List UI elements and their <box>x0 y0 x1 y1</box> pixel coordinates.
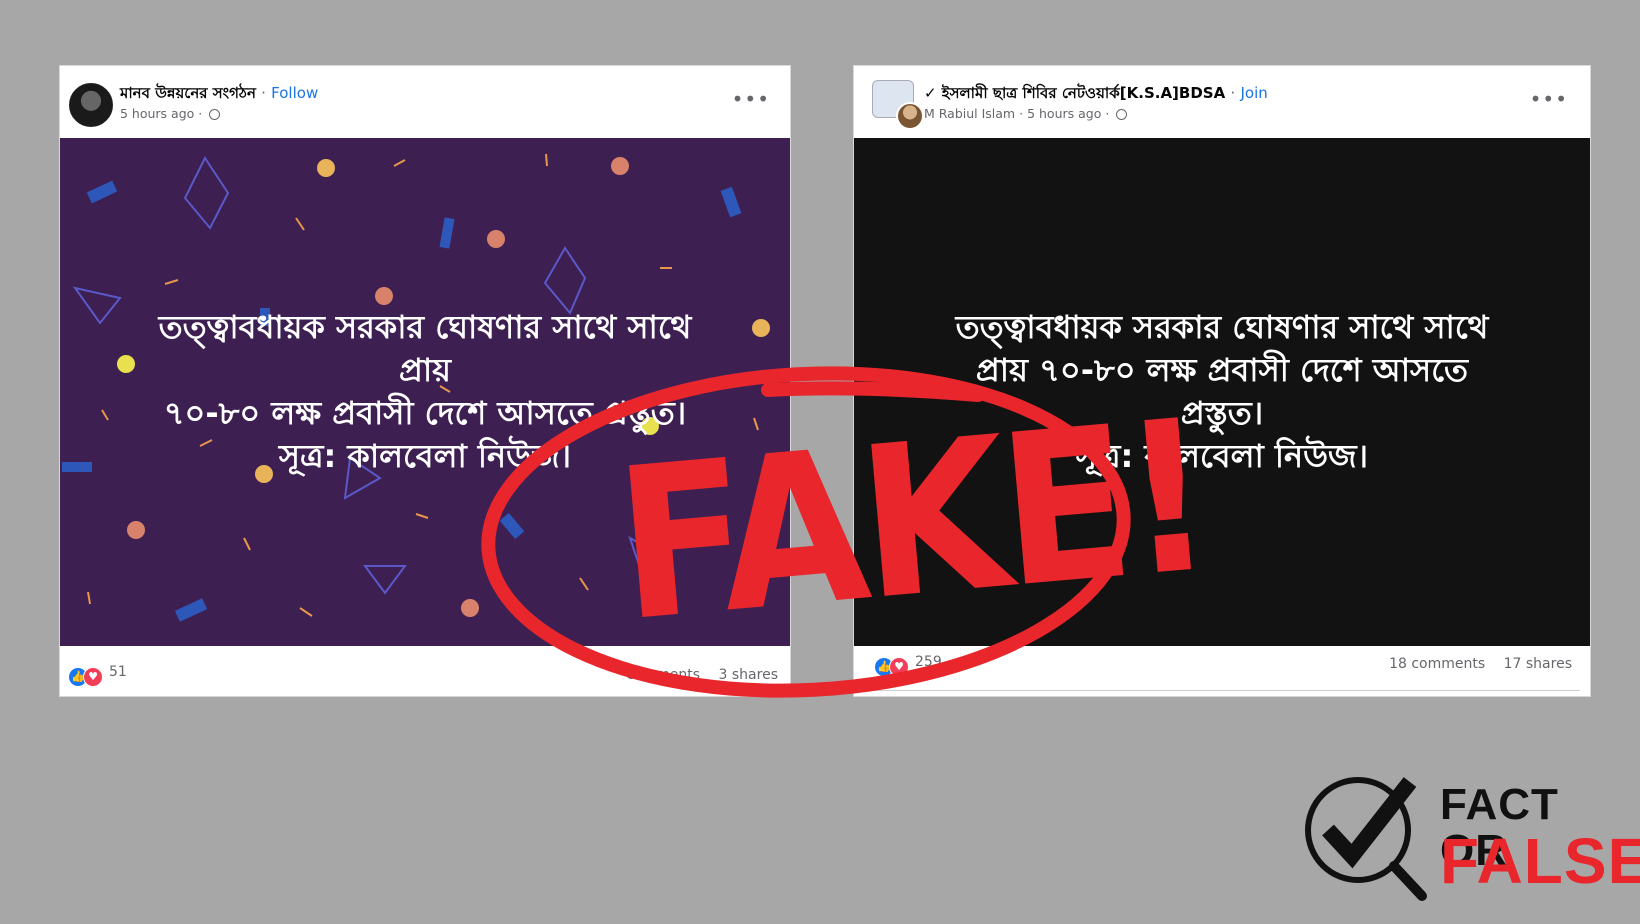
shares-count[interactable]: 3 shares <box>719 667 778 683</box>
post-image[interactable]: তত্ত্বাবধায়ক সরকার ঘোষণার সাথে সাথে প্র… <box>60 138 790 646</box>
post-timestamp[interactable]: 5 hours ago <box>1027 106 1101 121</box>
post-text-line: প্রায় <box>398 351 451 389</box>
love-reaction-icon: ♥ <box>889 657 909 677</box>
post-text: তত্ত্বাবধায়ক সরকার ঘোষণার সাথে সাথে প্র… <box>60 306 790 478</box>
reactions-summary[interactable]: 👍 ♥ 51 <box>68 664 127 687</box>
confetti-dash <box>415 513 429 519</box>
facebook-post-2: ✓ ইসলামী ছাত্র শিবির নেটওয়ার্ক[K.S.A]BD… <box>854 66 1590 696</box>
facebook-post-1: মানব উন্নয়নের সংগঠন · Follow 5 hours ag… <box>60 66 790 696</box>
confetti-bar <box>174 598 208 622</box>
comments-count[interactable]: 18 comments <box>1389 656 1485 672</box>
post-text-line: প্রায় ৭০-৮০ লক্ষ প্রবাসী দেশে আসতে <box>975 351 1469 389</box>
confetti-bar <box>499 512 525 540</box>
confetti-dot <box>127 521 145 539</box>
love-reaction-icon: ♥ <box>83 667 103 687</box>
confetti-triangle <box>543 246 587 315</box>
separator-dot: · <box>1230 84 1236 102</box>
separator-dot: · <box>1105 106 1110 121</box>
post-text-line: তত্ত্বাবধায়ক সরকার ঘোষণার সাথে সাথে <box>955 308 1489 346</box>
post-text-line: তত্ত্বাবধায়ক সরকার ঘোষণার সাথে সাথে <box>158 308 692 346</box>
join-button[interactable]: Join <box>1240 84 1267 102</box>
confetti-dot <box>375 287 393 305</box>
logo-line2: FALSE <box>1440 825 1640 897</box>
more-options-icon[interactable]: ••• <box>1530 89 1568 109</box>
author-name[interactable]: M Rabiul Islam <box>924 106 1015 121</box>
reactions-summary[interactable]: 👍 ♥ 259 <box>874 654 942 677</box>
fact-or-false-logo: FACT OR FALSE <box>1290 772 1640 912</box>
post-timestamp[interactable]: 5 hours ago <box>120 106 194 121</box>
confetti-dash <box>164 279 179 285</box>
page-name[interactable]: মানব উন্নয়নের সংগঠন <box>120 84 256 102</box>
confetti-bar <box>439 217 455 249</box>
confetti-bar <box>86 180 118 204</box>
post-text-line: সূত্র: কালবেলা নিউজ। <box>278 437 572 475</box>
confetti-dash <box>87 591 91 605</box>
page-avatar[interactable] <box>69 83 113 127</box>
confetti-bar <box>720 186 742 218</box>
group-name[interactable]: ✓ ইসলামী ছাত্র শিবির নেটওয়ার্ক[K.S.A]BD… <box>924 84 1225 102</box>
magnifier-check-icon <box>1305 777 1427 901</box>
confetti-dash <box>295 217 305 231</box>
reaction-count: 259 <box>915 654 942 670</box>
confetti-dash <box>393 159 406 167</box>
confetti-dot <box>487 230 505 248</box>
confetti-dash <box>243 537 251 551</box>
post-header: মানব উন্নয়নের সংগঠন · Follow 5 hours ag… <box>60 66 790 138</box>
confetti-dash <box>545 153 548 167</box>
more-options-icon[interactable]: ••• <box>732 89 770 109</box>
post-text: তত্ত্বাবধায়ক সরকার ঘোষণার সাথে সাথে প্র… <box>854 306 1590 478</box>
confetti-triangle <box>363 565 407 595</box>
post-header: ✓ ইসলামী ছাত্র শিবির নেটওয়ার্ক[K.S.A]BD… <box>854 66 1590 138</box>
confetti-triangle <box>628 535 667 586</box>
confetti-dash <box>299 607 313 617</box>
confetti-dash <box>579 577 589 591</box>
post-text-line: সূত্র: কালবেলা নিউজ। <box>1075 437 1369 475</box>
confetti-triangle <box>183 155 230 230</box>
reaction-count: 51 <box>109 664 127 680</box>
author-avatar[interactable] <box>896 102 924 130</box>
post-text-line: প্রস্তুত। <box>1180 394 1264 432</box>
comments-count[interactable]: comments <box>626 667 700 683</box>
divider <box>864 690 1580 691</box>
post-image[interactable]: তত্ত্বাবধায়ক সরকার ঘোষণার সাথে সাথে প্র… <box>854 138 1590 646</box>
globe-icon <box>209 109 221 120</box>
shares-count[interactable]: 17 shares <box>1504 656 1572 672</box>
separator-dot: · <box>198 106 203 121</box>
post-text-line: ৭০-৮০ লক্ষ প্রবাসী দেশে আসতে প্রস্তুত। <box>163 394 687 432</box>
confetti-dot <box>461 599 479 617</box>
confetti-dot <box>611 157 629 175</box>
separator-dot: · <box>1019 106 1024 121</box>
confetti-dot <box>317 159 335 177</box>
globe-icon <box>1116 109 1128 120</box>
follow-button[interactable]: Follow <box>271 84 318 102</box>
separator-dot: · <box>261 84 266 102</box>
